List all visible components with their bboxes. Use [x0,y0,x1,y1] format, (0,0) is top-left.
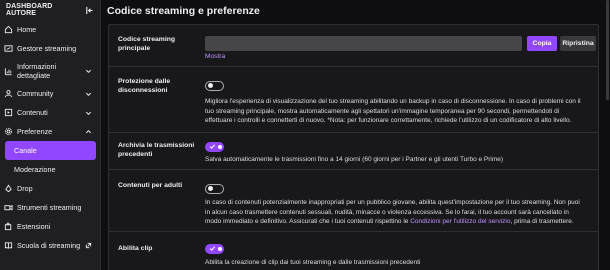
collapse-sidebar-icon[interactable] [84,5,94,15]
enable-clips-toggle[interactable] [205,244,224,254]
settings-panel: Codice streaming principale Copia Ripris… [108,24,599,270]
content-icon [4,108,13,117]
archive-broadcasts-label: Archivia le trasmissioni precedenti [118,142,195,158]
stream-key-row: Codice streaming principale Copia Ripris… [109,25,598,67]
mature-content-label: Contenuti per adulti [118,182,183,189]
chevron-down-icon [85,109,92,116]
sidebar-item-label: Drop [17,184,33,193]
sidebar-header: DASHBOARD AUTORE [0,0,100,20]
checkmark-icon [209,246,216,251]
stream-key-label: Codice streaming principale [118,36,176,52]
sidebar-item-creator-camp[interactable]: Scuola di streaming [0,236,101,255]
chevron-down-icon [85,90,92,97]
sidebar-item-label: Gestore streaming [17,44,77,53]
archive-broadcasts-toggle[interactable] [205,142,224,152]
sidebar-item-content[interactable]: Contenuti [0,103,101,122]
sidebar-nav: Home Gestore streaming Informazioni dett… [0,20,101,255]
disconnect-protection-description: Migliora l'esperienza di visualizzazione… [205,98,581,124]
sidebar-item-label: Contenuti [17,108,48,117]
sidebar-item-channel[interactable]: Canale [5,141,96,160]
sidebar-item-community[interactable]: Community [0,84,101,103]
sidebar-item-label: Community [17,89,54,98]
enable-clips-label: Abilita clip [118,245,153,252]
sidebar-item-home[interactable]: Home [0,20,101,39]
scroll-thumb[interactable] [606,0,609,100]
toggle-knob [217,144,222,149]
sidebar-item-label: Scuola di streaming [17,241,81,250]
external-link-icon [85,242,92,249]
reset-button[interactable]: Ripristina [560,36,596,51]
page-title: Codice streaming e preferenze [107,5,260,17]
copy-button[interactable]: Copia [527,36,557,51]
sidebar-item-label: Informazioni dettagliate [17,62,57,80]
community-icon [4,89,13,98]
sidebar-item-label: Preferenze [17,127,53,136]
broadcast-icon [4,44,13,53]
mature-content-description: In caso di contenuti potenzialmente inap… [205,198,585,227]
sidebar-item-drops[interactable]: Drop [0,179,101,198]
disconnect-protection-row: Protezione dalle disconnessioni Migliora… [109,67,598,133]
archive-broadcasts-description: Salva automaticamente le trasmissioni fi… [205,156,504,163]
chevron-down-icon [85,68,92,75]
checkmark-icon [209,144,216,149]
enable-clips-description: Abilita la creazione di clip dai tuoi st… [205,259,421,266]
toggle-knob [207,83,213,89]
mature-content-text-end: , prima di trasmettere. [510,218,574,225]
sidebar-item-label: Home [17,25,37,34]
sidebar-item-moderation[interactable]: Moderazione [0,160,101,179]
archive-broadcasts-row: Archivia le trasmissioni precedenti Salv… [109,133,598,170]
sidebar-item-label: Strumenti streaming [17,203,82,212]
gear-icon [4,127,13,136]
sidebar-item-extensions[interactable]: Estensioni [0,217,101,236]
main-content: Codice streaming e preferenze Codice str… [101,0,610,270]
enable-clips-row: Abilita clip Abilita la creazione di cli… [109,232,598,270]
dashboard-title: DASHBOARD AUTORE [6,3,53,17]
drops-icon [4,184,13,193]
sidebar-item-label: Moderazione [14,165,56,174]
chart-icon [4,67,13,76]
home-icon [4,25,13,34]
sidebar-item-label: Canale [14,146,37,155]
book-icon [4,241,13,250]
extensions-icon [4,222,13,231]
toggle-knob [207,186,213,192]
scrollbar[interactable] [605,0,609,270]
disconnect-protection-label: Protezione dalle disconnessioni [118,78,171,94]
chevron-up-icon [85,128,92,135]
disconnect-protection-toggle[interactable] [205,81,224,91]
mature-content-row: Contenuti per adulti In caso di contenut… [109,170,598,232]
terms-of-service-link[interactable]: Condizioni per l'utilizzo del servizio [410,218,510,225]
mature-content-toggle[interactable] [205,184,224,194]
sidebar-item-label: Estensioni [17,222,51,231]
camera-icon [4,203,13,212]
show-key-link[interactable]: Mostra [205,53,225,60]
sidebar-item-stream-manager[interactable]: Gestore streaming [0,39,101,58]
sidebar-item-insights[interactable]: Informazioni dettagliate [0,58,101,84]
sidebar-item-stream-tools[interactable]: Strumenti streaming [0,198,101,217]
toggle-knob [217,246,222,251]
sidebar: DASHBOARD AUTORE Home Gestore streaming … [0,0,101,270]
sidebar-item-preferences[interactable]: Preferenze [0,122,101,141]
stream-key-input[interactable] [205,36,522,51]
